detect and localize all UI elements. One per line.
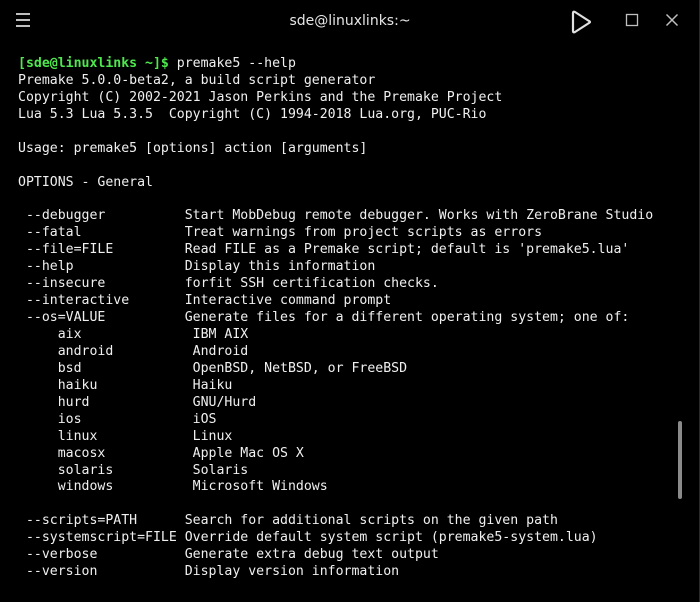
close-icon[interactable]	[660, 8, 684, 32]
command-text: premake5 --help	[168, 56, 296, 71]
output-line: --debugger Start MobDebug remote debugge…	[18, 208, 654, 224]
output-line: --verbose Generate extra debug text outp…	[18, 547, 439, 563]
output-line: ios iOS	[18, 411, 217, 427]
output-line: Lua 5.3 Lua 5.3.5 Copyright (C) 1994-201…	[18, 106, 487, 122]
output-line: --help Display this information	[18, 259, 376, 275]
output-line: --interactive Interactive command prompt	[18, 293, 392, 309]
output-line: --systemscript=FILE Override default sys…	[18, 530, 598, 546]
output-line: --version Display version information	[18, 564, 400, 580]
output-line: Copyright (C) 2002-2021 Jason Perkins an…	[18, 89, 503, 105]
output-line: windows Microsoft Windows	[18, 479, 328, 495]
output-line: --insecure forfit SSH certification chec…	[18, 276, 439, 292]
output-line: haiku Haiku	[18, 377, 233, 393]
output-line: macosx Apple Mac OS X	[18, 445, 304, 461]
output-line: Usage: premake5 [options] action [argume…	[18, 140, 368, 156]
output-line: aix IBM AIX	[18, 327, 249, 342]
minimize-icon[interactable]	[566, 7, 596, 37]
output-lines: Premake 5.0.0-beta2, a build script gene…	[18, 73, 653, 581]
maximize-icon[interactable]	[620, 8, 644, 32]
prompt-line: [sde@linuxlinks ~]$ premake5 --help	[18, 56, 653, 73]
output-line: --os=VALUE Generate files for a differen…	[18, 310, 630, 326]
output-line: linux Linux	[18, 428, 233, 444]
title-bar: sde@linuxlinks:~	[0, 0, 700, 44]
scrollbar-thumb[interactable]	[678, 421, 682, 499]
output-line: solaris Solaris	[18, 462, 249, 478]
output-line: --scripts=PATH Search for additional scr…	[18, 513, 558, 529]
output-line: bsd OpenBSD, NetBSD, or FreeBSD	[18, 360, 408, 376]
output-line: --file=FILE Read FILE as a Premake scrip…	[18, 242, 630, 258]
terminal-output[interactable]: [sde@linuxlinks ~]$ premake5 --help Prema…	[18, 56, 653, 581]
output-line: hurd GNU/Hurd	[18, 394, 257, 410]
output-line: OPTIONS - General	[18, 174, 153, 190]
output-line: Premake 5.0.0-beta2, a build script gene…	[18, 72, 376, 88]
output-line: android Android	[18, 343, 249, 359]
shell-prompt: [sde@linuxlinks ~]$	[18, 56, 169, 71]
terminal-window: sde@linuxlinks:~ [sde@linuxlinks ~]$ pre…	[0, 0, 700, 602]
output-line: --fatal Treat warnings from project scri…	[18, 225, 543, 241]
